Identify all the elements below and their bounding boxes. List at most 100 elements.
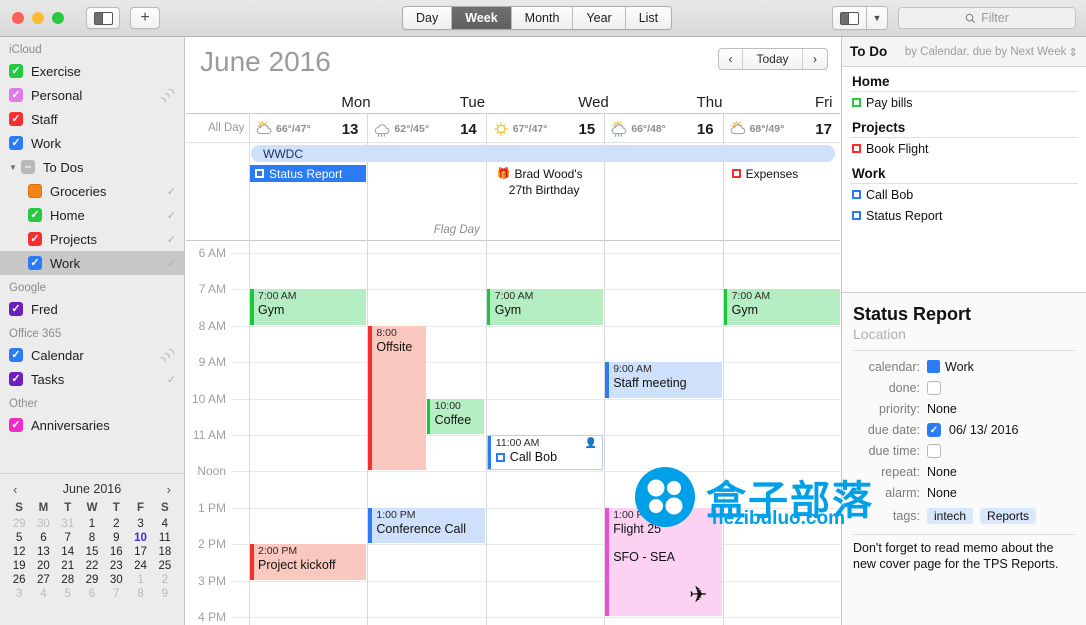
sidebar-item-work[interactable]: ✓ Work ✓ bbox=[0, 251, 184, 275]
sidebar-item-calendar[interactable]: ✓ Calendar ❭❭❭ bbox=[0, 343, 184, 367]
maximize-window-button[interactable] bbox=[52, 12, 64, 24]
mini-calendar-day[interactable]: 21 bbox=[56, 560, 80, 572]
todo-square-icon[interactable] bbox=[731, 169, 741, 178]
close-window-button[interactable] bbox=[12, 12, 24, 24]
mini-calendar-day[interactable]: 5 bbox=[7, 532, 31, 544]
todo-item[interactable]: Book Flight bbox=[842, 138, 1086, 159]
mini-calendar-day[interactable]: 16 bbox=[104, 546, 128, 558]
day-header-cell[interactable]: 66°/48° 16 bbox=[604, 114, 722, 144]
disclosure-triangle-icon[interactable]: ▼ bbox=[9, 163, 19, 172]
mini-calendar-day[interactable]: 30 bbox=[104, 574, 128, 586]
day-header-cell[interactable]: 67°/47° 15 bbox=[485, 114, 604, 144]
tag-chip[interactable]: Reports bbox=[980, 507, 1037, 524]
calendar-checkbox[interactable]: ✓ bbox=[28, 232, 42, 246]
todo-item[interactable]: Status Report bbox=[842, 205, 1086, 226]
calendar-event[interactable]: 7:00 AM Gym bbox=[250, 289, 367, 325]
today-button[interactable]: Today bbox=[743, 49, 803, 69]
done-checkbox[interactable] bbox=[927, 380, 941, 395]
alarm-value[interactable]: None bbox=[927, 486, 957, 500]
calendar-field-value[interactable]: Work bbox=[927, 360, 974, 374]
sidebar-item-fred[interactable]: ✓ Fred bbox=[0, 297, 184, 321]
calendar-event[interactable]: 8:00 Offsite bbox=[368, 325, 426, 471]
todo-square-icon[interactable] bbox=[852, 211, 861, 220]
due-date-checkbox[interactable]: ✓ bbox=[927, 422, 941, 437]
inspector-location-field[interactable]: Location bbox=[853, 325, 1075, 344]
priority-value[interactable]: None bbox=[927, 402, 957, 416]
view-tab-list[interactable]: List bbox=[626, 7, 671, 29]
mini-calendar-day[interactable]: 8 bbox=[128, 588, 152, 600]
all-day-banner-wwdc[interactable]: WWDC bbox=[251, 145, 835, 162]
calendar-event[interactable]: 1:00 PM Conference Call bbox=[368, 507, 485, 544]
sidebar-item-personal[interactable]: ✓ Personal ❭❭❭ bbox=[0, 83, 184, 107]
tags-list[interactable]: intech Reports bbox=[927, 507, 1037, 524]
calendar-checkbox[interactable]: ✓ bbox=[9, 112, 23, 126]
mini-calendar-day[interactable]: 5 bbox=[56, 588, 80, 600]
mini-calendar-day[interactable]: 25 bbox=[153, 560, 177, 572]
mini-calendar-day[interactable]: 3 bbox=[128, 518, 152, 530]
calendar-checkbox[interactable]: ✓ bbox=[9, 348, 23, 362]
todo-sort-control[interactable]: by Calendar, due by Next Week ⇕ bbox=[905, 45, 1078, 59]
sidebar-item-tasks[interactable]: ✓ Tasks ✓ bbox=[0, 367, 184, 391]
calendar-checkbox[interactable]: ✓ bbox=[9, 302, 23, 316]
view-options-dropdown[interactable]: ▼ bbox=[866, 6, 888, 30]
mini-calendar-day[interactable]: 2 bbox=[104, 518, 128, 530]
calendar-checkbox[interactable]: ✓ bbox=[9, 372, 23, 386]
sidebar-item-anniversaries[interactable]: ✓ Anniversaries bbox=[0, 413, 184, 437]
mini-next-month-button[interactable]: › bbox=[161, 482, 177, 497]
day-header-cell[interactable]: 62°/45° 14 bbox=[367, 114, 485, 144]
calendar-event[interactable]: 11:00 AM Call Bob 👤 bbox=[486, 435, 604, 471]
view-tab-day[interactable]: Day bbox=[403, 7, 453, 29]
all-day-events-area[interactable]: WWDC Status Report 🎁 Brad Wood's 27th Birthd… bbox=[186, 143, 840, 241]
calendar-checkbox[interactable]: ✓ bbox=[28, 256, 42, 270]
mini-calendar-day[interactable]: 22 bbox=[80, 560, 104, 572]
calendar-event[interactable]: 7:00 AM Gym bbox=[486, 289, 604, 325]
view-tab-week[interactable]: Week bbox=[452, 7, 512, 29]
sidebar-item-groceries[interactable]: Groceries ✓ bbox=[0, 179, 184, 203]
mini-calendar-day[interactable]: 20 bbox=[31, 560, 55, 572]
mini-calendar-day[interactable]: 9 bbox=[153, 588, 177, 600]
filter-search-field[interactable]: Filter bbox=[898, 7, 1076, 29]
mini-calendar-day[interactable]: 7 bbox=[104, 588, 128, 600]
sidebar-item-home[interactable]: ✓ Home ✓ bbox=[0, 203, 184, 227]
mini-calendar-day[interactable]: 19 bbox=[7, 560, 31, 572]
todo-square-icon[interactable] bbox=[852, 98, 861, 107]
calendar-checkbox[interactable]: ✓ bbox=[9, 88, 23, 102]
todo-square-icon[interactable] bbox=[255, 169, 264, 178]
mini-calendar-day[interactable]: 6 bbox=[31, 532, 55, 544]
mini-calendar-day[interactable]: 1 bbox=[128, 574, 152, 586]
mini-calendar-day[interactable]: 23 bbox=[104, 560, 128, 572]
mini-calendar-day[interactable]: 13 bbox=[31, 546, 55, 558]
view-tab-month[interactable]: Month bbox=[512, 7, 574, 29]
sidebar-item-to-dos[interactable]: ▼ – To Dos bbox=[0, 155, 184, 179]
view-segmented-control[interactable]: Day Week Month Year List bbox=[402, 6, 673, 30]
all-day-event[interactable]: Expenses bbox=[724, 165, 840, 182]
mini-calendar-day[interactable]: 4 bbox=[31, 588, 55, 600]
due-time-checkbox[interactable] bbox=[927, 443, 941, 458]
mini-calendar-day[interactable]: 29 bbox=[7, 518, 31, 530]
mini-calendar-grid[interactable]: S M T W T F S 29 30 31 1 2 3 4 5 6 7 8 9 10 11 12 13 14 15 16 17 18… bbox=[7, 502, 177, 600]
todo-square-icon[interactable] bbox=[852, 144, 861, 153]
mini-calendar-day[interactable]: 9 bbox=[104, 532, 128, 544]
sidebar-toggle-button[interactable] bbox=[86, 7, 120, 29]
calendar-checkbox[interactable]: ✓ bbox=[9, 418, 23, 432]
mini-calendar-day[interactable]: 30 bbox=[31, 518, 55, 530]
mini-calendar-day[interactable]: 3 bbox=[7, 588, 31, 600]
all-day-event[interactable]: Status Report bbox=[250, 165, 367, 182]
calendar-checkbox[interactable]: ✓ bbox=[28, 208, 42, 222]
mini-calendar-day[interactable]: 27 bbox=[31, 574, 55, 586]
mini-calendar-day[interactable]: 12 bbox=[7, 546, 31, 558]
view-tab-year[interactable]: Year bbox=[573, 7, 626, 29]
calendar-event[interactable]: 7:00 AM Gym bbox=[723, 289, 840, 325]
calendar-checkbox[interactable] bbox=[28, 184, 42, 198]
inspector-note[interactable]: Don't forget to read memo about the new … bbox=[853, 540, 1075, 572]
sort-stepper-icon[interactable]: ⇕ bbox=[1068, 45, 1078, 59]
sidebar-item-exercise[interactable]: ✓ Exercise bbox=[0, 59, 184, 83]
mini-calendar-day[interactable]: 28 bbox=[56, 574, 80, 586]
minimize-window-button[interactable] bbox=[32, 12, 44, 24]
todo-square-icon[interactable] bbox=[495, 453, 505, 463]
next-week-button[interactable]: › bbox=[803, 49, 827, 69]
sidebar-item-projects[interactable]: ✓ Projects ✓ bbox=[0, 227, 184, 251]
mini-calendar-day[interactable]: 6 bbox=[80, 588, 104, 600]
due-date-value[interactable]: 06/ 13/ 2016 bbox=[949, 423, 1019, 437]
tag-chip[interactable]: intech bbox=[927, 507, 974, 524]
